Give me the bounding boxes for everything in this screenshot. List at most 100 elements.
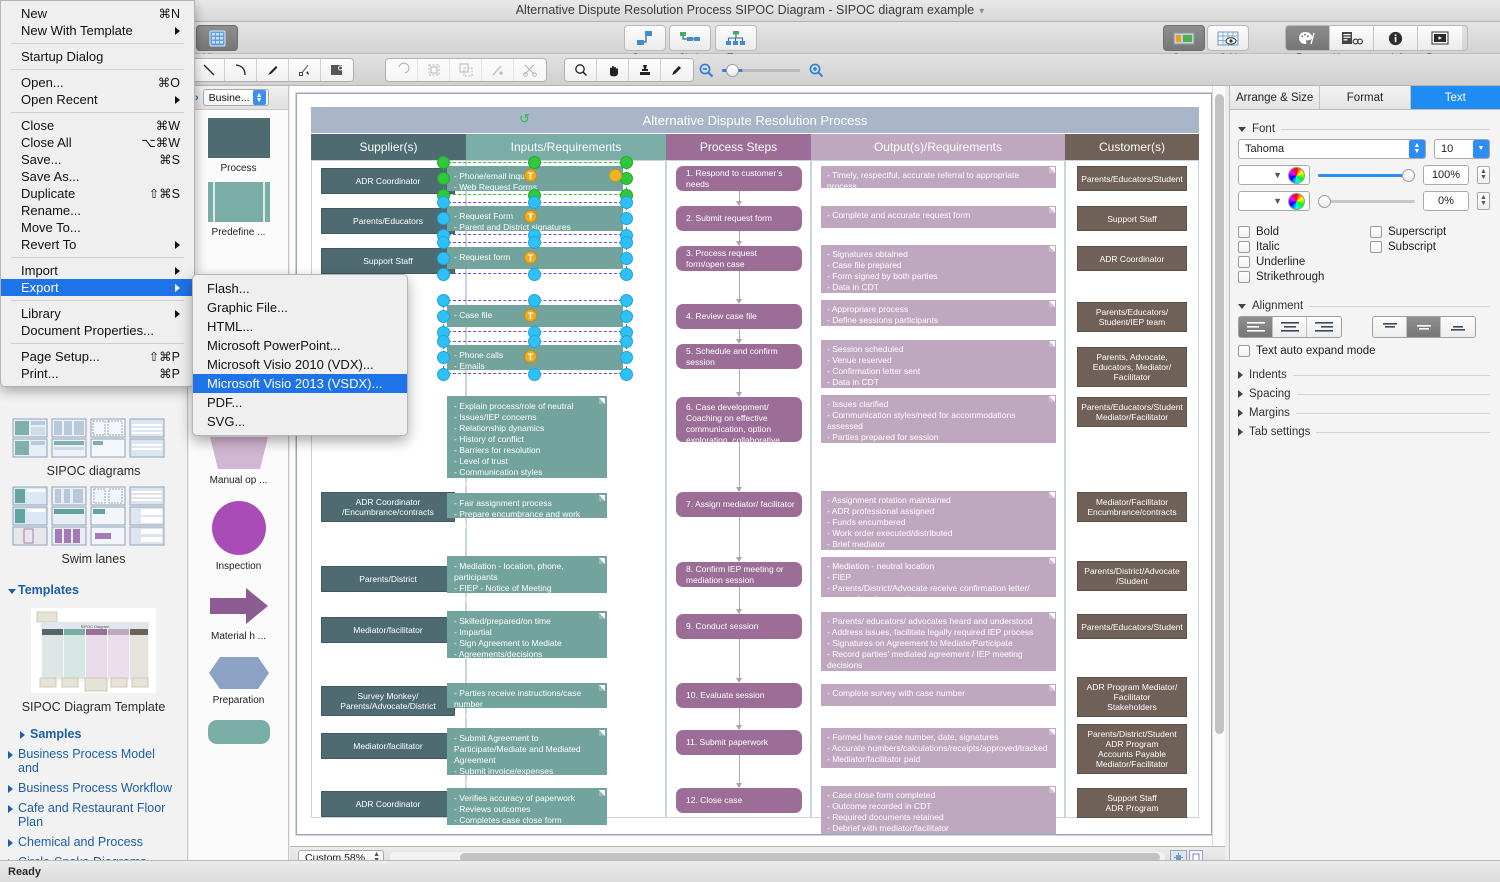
menu-item-export[interactable]: Export [1, 279, 194, 296]
stamp-tool[interactable] [629, 59, 661, 81]
swim-lanes-thumbnails[interactable] [0, 486, 187, 546]
scrollbar-thumb[interactable] [1215, 94, 1224, 734]
node-output-11[interactable]: - Formed have case number, date, signatu… [821, 728, 1056, 768]
checkbox-text-auto-expand[interactable]: Text auto expand mode [1238, 345, 1490, 357]
node-inputs-6[interactable]: - Explain process/role of neutral - Issu… [447, 396, 607, 488]
node-process-5[interactable]: 5. Schedule and confirm session [676, 344, 802, 369]
node-output-2[interactable]: - Complete and accurate request form [821, 206, 1056, 228]
align-left-button[interactable] [1239, 317, 1273, 337]
node-customer-10[interactable]: ADR Program Mediator/ Facilitator Stakeh… [1077, 677, 1187, 717]
node-output-10[interactable]: - Complete survey with case number [821, 684, 1056, 706]
sidebar-item-category-0[interactable]: Business Process Model and [8, 744, 179, 778]
document-page[interactable]: Alternative Dispute Resolution Process ↺… [296, 93, 1212, 835]
node-inputs-8[interactable]: - Mediation - location, phone, participa… [447, 556, 607, 604]
node-supplier-10[interactable]: Survey Monkey/ Parents/Advocate/District [321, 686, 455, 716]
align-middle-button[interactable] [1407, 317, 1441, 337]
color-wheel-icon[interactable] [1288, 192, 1305, 210]
node-supplier-9[interactable]: Mediator/facilitator [321, 617, 455, 643]
export-item-graphic-file[interactable]: Graphic File... [193, 298, 407, 317]
checkbox-subscript[interactable]: Subscript [1370, 241, 1446, 253]
menu-item-page-setup[interactable]: Page Setup... ⇧⌘P [1, 348, 194, 365]
menu-item-save-as[interactable]: Save As... [1, 168, 194, 185]
align-top-button[interactable] [1373, 317, 1407, 337]
menu-item-duplicate[interactable]: Duplicate ⇧⌘S [1, 185, 194, 202]
lane-header-outputs[interactable]: Output(s)/Requirements [811, 134, 1065, 160]
export-item-html[interactable]: HTML... [193, 317, 407, 336]
node-inputs-12[interactable]: - Verifies accuracy of paperwork - Revie… [447, 788, 607, 825]
node-process-2[interactable]: 2. Submit request form [676, 206, 802, 231]
library-nav-next-icon[interactable]: › [195, 92, 199, 104]
trim-tool[interactable] [514, 59, 546, 81]
shape-material-handling[interactable] [189, 578, 288, 631]
chevron-down-icon[interactable]: ▼ [1473, 140, 1489, 158]
canvas[interactable]: Alternative Dispute Resolution Process ↺… [290, 86, 1225, 860]
export-item-microsoft-powerpoint[interactable]: Microsoft PowerPoint... [193, 336, 407, 355]
menu-item-library[interactable]: Library [1, 305, 194, 322]
tab-format[interactable]: Format [1320, 86, 1411, 109]
group-tool[interactable] [418, 59, 450, 81]
node-output-12[interactable]: - Case close form completed - Outcome re… [821, 786, 1056, 834]
menu-item-move-to[interactable]: Move To... [1, 219, 194, 236]
tree-connector-button[interactable] [715, 25, 757, 51]
node-process-9[interactable]: 9. Conduct session [676, 614, 802, 639]
alignment-section-header[interactable]: Alignment [1238, 300, 1490, 312]
menu-item-new-with-template[interactable]: New With Template [1, 22, 194, 39]
outline-value[interactable]: 0% [1423, 191, 1469, 211]
margins-section-header[interactable]: Margins [1238, 407, 1490, 419]
rotation-handle-icon[interactable]: ↺ [519, 111, 530, 127]
node-supplier-7[interactable]: ADR Coordinator /Encumbrance/contracts [321, 492, 455, 522]
align-center-button[interactable] [1273, 317, 1307, 337]
zoom-slider-knob[interactable] [726, 64, 739, 77]
export-item-pdf[interactable]: PDF... [193, 393, 407, 412]
node-process-12[interactable]: 12. Close case [676, 788, 802, 813]
node-process-7[interactable]: 7. Assign mediator/ facilitator [676, 492, 802, 517]
grid-button[interactable] [1207, 25, 1249, 51]
file-menu[interactable]: New ⌘N New With Template Startup Dialog Open… [0, 0, 195, 387]
node-customer-12[interactable]: Support Staff ADR Program [1077, 788, 1187, 818]
indents-section-header[interactable]: Indents [1238, 369, 1490, 381]
export-item-svg[interactable]: SVG... [193, 412, 407, 431]
node-customer-4[interactable]: Parents/Educators/ Student/IEP team [1077, 302, 1187, 332]
node-output-1[interactable]: - Timely, respectful, accurate referral … [821, 166, 1056, 191]
samples-header[interactable]: Samples [8, 724, 179, 744]
menu-item-rename[interactable]: Rename... [1, 202, 194, 219]
snap-button[interactable] [1163, 25, 1205, 51]
node-customer-5[interactable]: Parents, Advocate, Educators, Mediator/ … [1077, 347, 1187, 387]
node-process-3[interactable]: 3. Process request form/open case [676, 246, 802, 271]
node-customer-6[interactable]: Parents/Educators/Student Mediator/Facil… [1077, 397, 1187, 427]
shape-preparation[interactable] [189, 648, 288, 695]
node-output-4[interactable]: - Appropriare process - Define sessions … [821, 300, 1056, 326]
node-output-8[interactable]: - Mediation - neutral location - FIEP - … [821, 557, 1056, 604]
node-customer-11[interactable]: Parents/District/Student ADR Program Acc… [1077, 724, 1187, 774]
menu-item-import[interactable]: Import [1, 262, 194, 279]
templates-header[interactable]: Templates [8, 580, 179, 600]
sidebar-item-category-3[interactable]: Chemical and Process [8, 832, 179, 852]
menu-item-startup-dialog[interactable]: Startup Dialog [1, 48, 194, 65]
text-outline-color-picker[interactable]: ▼ [1238, 191, 1310, 211]
node-output-5[interactable]: - Session scheduled - Venue reserved - C… [821, 340, 1056, 388]
font-size-select[interactable]: 10 ▼ [1434, 139, 1490, 159]
node-supplier-11[interactable]: Mediator/facilitator [321, 733, 455, 759]
node-supplier-1[interactable]: ADR Coordinator [321, 168, 455, 194]
checkbox-italic[interactable]: Italic [1238, 241, 1370, 253]
node-customer-1[interactable]: Parents/Educators/Student [1077, 166, 1187, 191]
node-customer-2[interactable]: Support Staff [1077, 206, 1187, 231]
lane-header-inputs[interactable]: Inputs/Requirements [466, 134, 666, 160]
canvas-vertical-scrollbar[interactable] [1212, 86, 1225, 860]
shape-predefined[interactable] [189, 180, 288, 227]
node-process-1[interactable]: 1. Respond to customer’s needs [676, 166, 802, 191]
chain-connector-button[interactable] [669, 25, 711, 51]
info-button[interactable] [1374, 26, 1418, 50]
node-inputs-10[interactable]: - Parties receive instructions/case numb… [447, 683, 607, 720]
node-output-7[interactable]: - Assignment rotation maintained - ADR p… [821, 491, 1056, 550]
menu-item-document-properties[interactable]: Document Properties... [1, 322, 194, 339]
zoom-tool[interactable] [565, 59, 597, 81]
shape-rounded[interactable] [189, 712, 288, 749]
zoom-out-icon[interactable] [698, 62, 715, 82]
node-output-3[interactable]: - Signatures obtained - Case file prepar… [821, 245, 1056, 293]
diagram-title[interactable]: Alternative Dispute Resolution Process [311, 107, 1199, 133]
opacity-value[interactable]: 100% [1423, 165, 1469, 185]
stepper-icon[interactable]: ▲▼ [1477, 166, 1490, 184]
node-output-6[interactable]: - Issues clarified - Communication style… [821, 395, 1056, 453]
export-submenu[interactable]: Flash... Graphic File... HTML... Microsoft … [192, 274, 408, 436]
